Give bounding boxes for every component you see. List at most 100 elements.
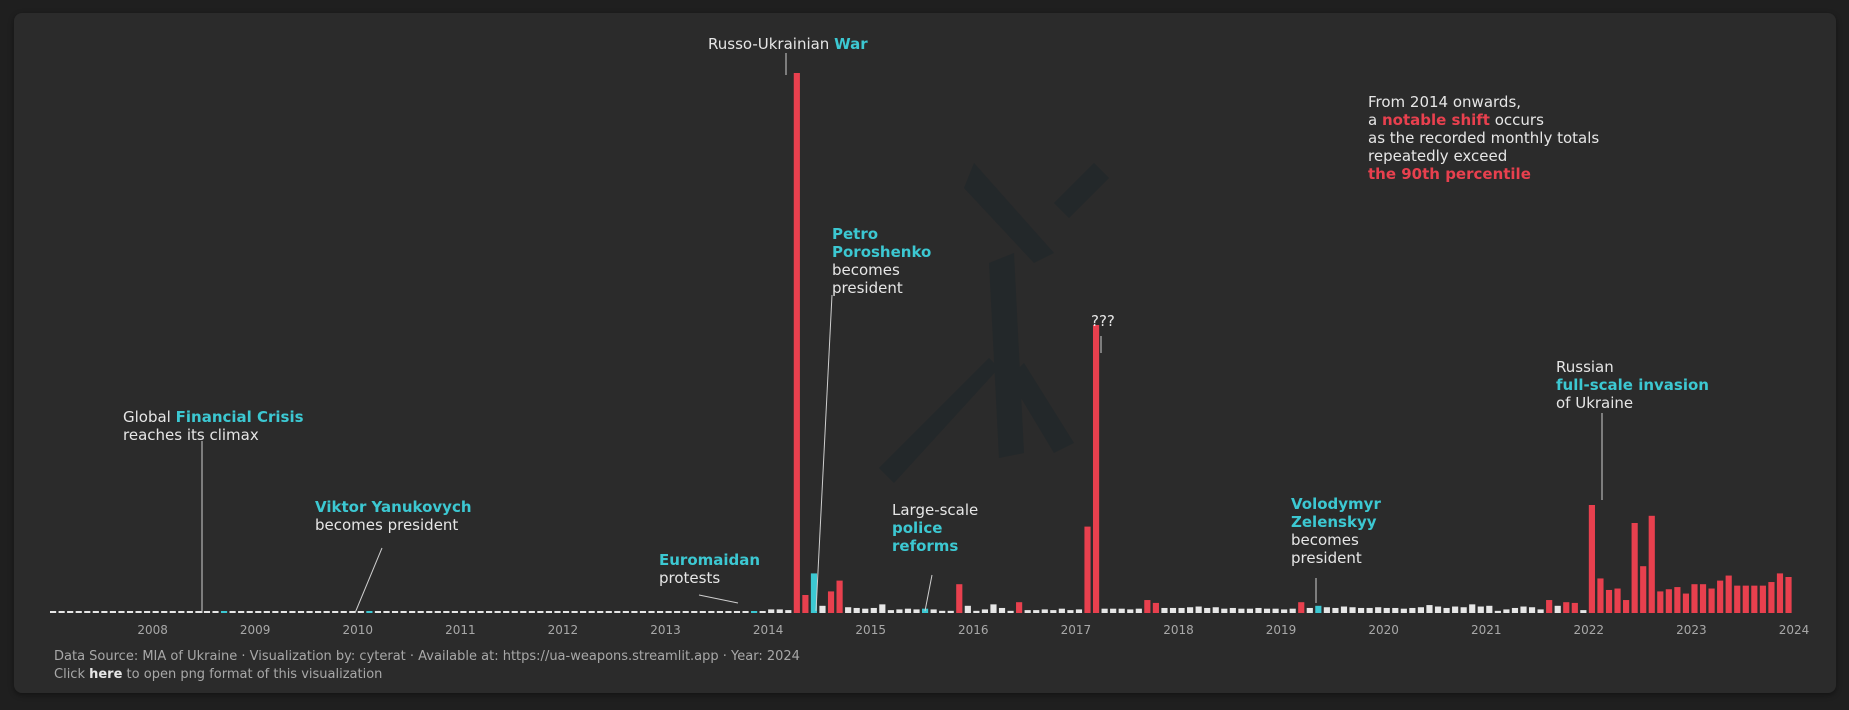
bar-2021-11 [1571, 602, 1578, 613]
mystery-text: ??? [1091, 312, 1115, 330]
bar-2022-12 [1682, 593, 1690, 613]
zelenskyy-line1: Volodymyr [1291, 495, 1381, 513]
x-tick-2024: 2024 [1779, 623, 1810, 637]
bar-2010-10 [434, 611, 441, 613]
bar-2019-04 [1306, 607, 1313, 613]
bar-2008-10 [229, 611, 236, 613]
bar-2018-01 [1178, 607, 1185, 613]
bar-2016-04 [998, 607, 1006, 613]
x-tick-2014: 2014 [753, 623, 784, 637]
bar-2014-07 [819, 605, 826, 613]
bar-2014-08 [827, 591, 835, 613]
bar-2015-12 [964, 605, 971, 613]
bar-2008-07 [203, 611, 211, 613]
bar-2023-07 [1742, 585, 1749, 613]
bar-2010-02 [366, 611, 373, 613]
bar-2020-02 [1392, 607, 1399, 613]
bar-2015-10 [947, 610, 954, 613]
bar-2017-04 [1101, 608, 1108, 613]
footer-source-text: Data Source: MIA of Ukraine · Visualizat… [54, 649, 800, 664]
x-tick-2017: 2017 [1061, 623, 1092, 637]
bar-2009-10 [332, 611, 339, 613]
x-tick-2018: 2018 [1163, 623, 1194, 637]
bar-2014-04 [793, 73, 800, 613]
mystery-annotation: ??? [1091, 312, 1115, 330]
bar-2016-01 [973, 610, 980, 613]
bar-2017-12 [1169, 607, 1177, 613]
bar-2022-10 [1665, 589, 1672, 613]
bar-2012-03 [580, 611, 587, 613]
bar-2023-02 [1699, 584, 1707, 613]
bar-2010-03 [374, 611, 382, 613]
bar-2022-11 [1674, 587, 1681, 613]
bar-2012-08 [622, 611, 629, 613]
png-link[interactable]: here [89, 667, 122, 682]
x-tick-2015: 2015 [855, 623, 886, 637]
bar-2012-01 [562, 611, 570, 613]
bar-2012-09 [631, 611, 638, 613]
bar-2013-03 [682, 611, 689, 613]
bar-2011-11 [545, 611, 552, 613]
bar-2010-04 [383, 611, 390, 613]
bar-2018-06 [1221, 608, 1228, 613]
bar-2022-05 [1623, 600, 1630, 613]
bar-2020-04 [1409, 607, 1416, 613]
bar-2013-04 [691, 611, 698, 613]
bar-2020-05 [1417, 607, 1424, 613]
bar-2015-05 [904, 608, 912, 613]
bar-2013-05 [699, 611, 706, 613]
bar-2023-06 [1734, 585, 1741, 613]
bar-2019-03 [1298, 602, 1305, 613]
bar-2018-02 [1187, 607, 1194, 613]
bar-2021-08 [1546, 600, 1553, 613]
bar-2007-04 [75, 611, 82, 613]
yanukovych-annotation: Viktor Yanukovych becomes president [315, 498, 472, 534]
poroshenko-line2: Poroshenko [832, 243, 932, 261]
bar-2011-07 [511, 611, 518, 613]
bar-2008-01 [152, 611, 159, 613]
euromaidan-line2: protests [659, 569, 721, 587]
bar-2018-12 [1272, 608, 1279, 613]
invasion-line3: of Ukraine [1556, 394, 1634, 412]
bar-2018-10 [1255, 607, 1262, 613]
bar-2012-05 [597, 611, 604, 613]
financial-crisis-annotation: Global Financial Crisis reaches its clim… [123, 408, 304, 444]
x-tick-2012: 2012 [548, 623, 579, 637]
bar-2009-03 [272, 611, 279, 613]
bar-2016-10 [1050, 610, 1057, 613]
bar-2019-08 [1340, 606, 1348, 613]
bar-2007-09 [118, 611, 125, 613]
bar-2015-04 [896, 609, 903, 613]
bar-2021-10 [1563, 602, 1570, 613]
zelenskyy-annotation: Volodymyr Zelenskyy becomes president [1291, 495, 1381, 567]
bar-2015-06 [913, 609, 920, 613]
bar-2019-12 [1375, 607, 1382, 613]
bar-2015-08 [930, 609, 937, 613]
bar-2015-03 [887, 610, 894, 613]
police-reforms-annotation: Large-scale police reforms [892, 501, 978, 555]
bar-2011-12 [554, 611, 561, 613]
notable-line3: as the recorded monthly totals [1368, 129, 1600, 147]
trident-watermark [879, 163, 1109, 483]
bar-2008-05 [186, 611, 193, 613]
bar-2018-07 [1229, 607, 1236, 613]
bar-2014-05 [802, 595, 809, 613]
bar-2015-02 [879, 604, 886, 613]
bar-2012-10 [639, 611, 647, 613]
bar-2018-03 [1195, 606, 1202, 613]
notable-line2-pre: a [1368, 111, 1382, 129]
poroshenko-line4: president [832, 279, 903, 297]
poroshenko-line1: Petro [832, 225, 879, 243]
bar-2007-02 [58, 611, 65, 613]
notable-line2-post: occurs [1489, 111, 1544, 129]
euromaidan-leader [698, 594, 739, 604]
bar-2014-02 [776, 609, 783, 613]
notable-shift-highlight: notable shift [1381, 111, 1490, 129]
bar-2017-05 [1110, 608, 1117, 613]
chart-card: 2008 2009 2010 2011 2012 2013 2014 2015 2016 2017… [14, 13, 1836, 693]
bar-2023-08 [1751, 585, 1758, 613]
yanukovych-line2: becomes president [315, 516, 459, 534]
war-highlight: War [834, 35, 868, 53]
bar-2007-03 [67, 611, 74, 613]
bar-2007-06 [92, 611, 99, 613]
